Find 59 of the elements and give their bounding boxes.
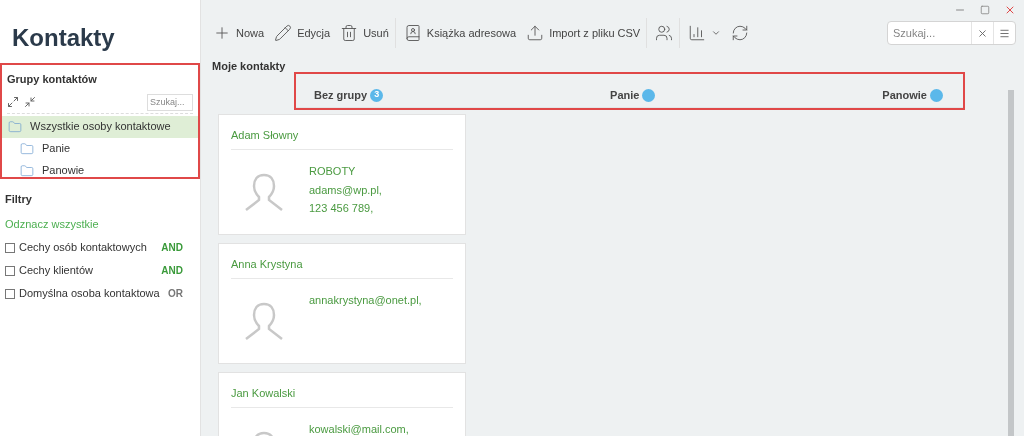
contact-name: Anna Krystyna <box>231 243 453 279</box>
toolbar-button[interactable]: Edycja <box>270 18 335 48</box>
toolbar-button[interactable]: Książka adresowa <box>394 18 521 48</box>
search-field[interactable]: Szukaj... <box>147 93 193 111</box>
count-badge <box>930 88 943 102</box>
column-header: Bez grupy <box>314 87 368 103</box>
people-icon <box>655 24 674 42</box>
count-badge: 3 <box>370 88 384 102</box>
checkbox[interactable] <box>5 242 15 253</box>
menu-icon <box>999 27 1010 39</box>
filter-label: Cechy osób kontaktowych <box>19 240 148 256</box>
group-item[interactable]: Panie <box>2 137 198 160</box>
group-item[interactable]: Wszystkie osoby kontaktowe <box>2 115 198 138</box>
close-icon <box>977 27 988 39</box>
column-header: Panowie <box>882 87 927 103</box>
contact-card[interactable]: Jan Kowalski kowalski@mail.com, <box>218 371 466 436</box>
contact-detail: annakrystyna@onet.pl, <box>309 293 422 308</box>
filter-label: Cechy klientów <box>19 263 94 279</box>
section-title: Moje kontakty <box>211 59 287 74</box>
count-badge <box>642 88 656 102</box>
group-item[interactable]: Panowie <box>2 159 198 182</box>
pencil-icon <box>274 24 293 42</box>
expand-icon[interactable] <box>7 96 19 108</box>
contact-name: Adam Słowny <box>231 114 453 150</box>
column-header: Panie <box>610 87 640 103</box>
plus-icon <box>213 24 231 42</box>
address-book-icon <box>403 24 422 42</box>
bar-chart-icon <box>688 24 707 42</box>
folder-icon <box>20 141 34 156</box>
contact-detail: 123 456 789, <box>309 201 375 216</box>
contact-detail: ROBOTY <box>309 164 357 179</box>
filter-operator[interactable]: OR <box>168 288 183 299</box>
section-title: Filtry <box>5 192 33 207</box>
refresh-icon <box>731 24 750 42</box>
caret-icon <box>711 28 722 38</box>
upload-icon <box>526 24 545 42</box>
section-title: Grupy kontaktów <box>7 72 98 87</box>
maximize-icon[interactable] <box>980 5 990 15</box>
close-icon[interactable] <box>1004 4 1016 16</box>
filter-operator[interactable]: AND <box>161 242 183 253</box>
filter-label: Domyślna osoba kontaktowa <box>19 286 161 302</box>
trash-icon <box>340 24 359 42</box>
search-box[interactable]: Szukaj... <box>887 21 1016 45</box>
checkbox[interactable] <box>5 265 15 276</box>
contact-card[interactable]: Anna Krystyna annakrystyna@onet.pl, <box>218 242 466 364</box>
toolbar-button[interactable]: Import z pliku CSV <box>522 18 645 48</box>
toolbar-button[interactable]: Nowa <box>209 18 269 48</box>
folder-icon <box>8 119 22 134</box>
collapse-icon[interactable] <box>24 96 36 108</box>
contact-name: Jan Kowalski <box>231 372 453 408</box>
folder-icon <box>20 163 34 178</box>
contact-card[interactable]: Adam Słowny ROBOTY adams@wp.pl, 123 456 789, <box>218 113 466 235</box>
contact-detail: kowalski@mail.com, <box>309 422 409 436</box>
contact-detail: adams@wp.pl, <box>309 182 382 198</box>
checkbox[interactable] <box>5 288 15 299</box>
filter-operator[interactable]: AND <box>161 265 183 276</box>
window-title: Kontakty <box>11 23 116 53</box>
toolbar-button[interactable]: Usuń <box>336 18 393 48</box>
search-field[interactable]: Szukaj... <box>888 22 971 44</box>
